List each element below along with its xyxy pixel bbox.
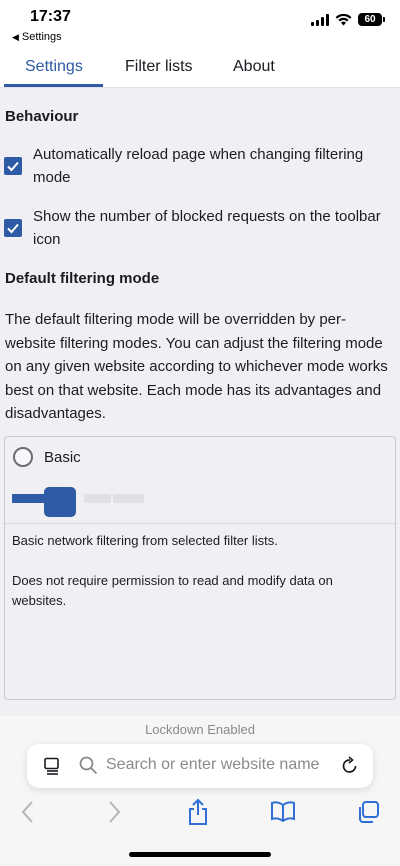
reload-icon[interactable] (341, 756, 359, 776)
status-icons: 60 (311, 13, 385, 26)
wifi-icon (335, 13, 352, 26)
filtering-level-slider[interactable] (12, 487, 144, 517)
lockdown-status: Lockdown Enabled (145, 722, 255, 737)
auto-reload-checkbox[interactable] (4, 157, 22, 175)
slider-thumb[interactable] (44, 487, 76, 517)
basic-mode-summary: Basic network filtering from selected fi… (12, 533, 278, 548)
option-blocked-count[interactable]: Show the number of blocked requests on t… (4, 205, 394, 253)
basic-mode-radio[interactable] (13, 447, 33, 467)
blocked-count-checkbox[interactable] (4, 219, 22, 237)
slider-segment (84, 494, 111, 503)
back-triangle-icon: ◀ (12, 32, 19, 42)
bookmarks-icon[interactable] (270, 800, 296, 822)
settings-tabs: Settings Filter lists About (0, 48, 400, 88)
card-divider (5, 523, 395, 524)
slider-segment (113, 494, 144, 503)
default-filtering-heading: Default filtering mode (5, 270, 160, 287)
back-to-app-link[interactable]: ◀ Settings (12, 31, 62, 43)
settings-content: Behaviour Automatically reload page when… (0, 88, 400, 716)
tab-about[interactable]: About (233, 58, 275, 76)
back-app-label: Settings (21, 31, 62, 43)
tab-settings[interactable]: Settings (25, 58, 83, 76)
basic-mode-label[interactable]: Basic (44, 449, 81, 466)
checkmark-icon (7, 223, 19, 234)
signal-icon (311, 13, 329, 26)
tab-filter-lists[interactable]: Filter lists (125, 58, 193, 76)
forward-arrow-icon[interactable] (106, 800, 122, 824)
status-time: 17:37 (30, 8, 71, 25)
auto-reload-label: Automatically reload page when changing … (33, 146, 364, 186)
search-icon (79, 756, 98, 775)
basic-mode-permission-note: Does not require permission to read and … (12, 573, 333, 608)
battery-level: 60 (364, 14, 376, 25)
filtering-description: The default filtering mode will be overr… (5, 311, 388, 422)
status-bar: 17:37 ◀ Settings 60 (0, 0, 400, 48)
address-bar[interactable]: Search or enter website name (27, 744, 373, 788)
back-arrow-icon[interactable] (20, 800, 36, 824)
blocked-count-label: Show the number of blocked requests on t… (33, 208, 381, 248)
page-menu-icon[interactable] (43, 757, 61, 775)
filtering-mode-card: Basic Basic network filtering from selec… (4, 436, 396, 700)
home-indicator (129, 852, 271, 857)
battery-icon: 60 (358, 13, 385, 26)
behaviour-heading: Behaviour (5, 108, 79, 125)
share-icon[interactable] (187, 798, 209, 826)
option-auto-reload[interactable]: Automatically reload page when changing … (4, 143, 394, 191)
browser-bottom-bar: Lockdown Enabled Search or enter website… (0, 716, 400, 866)
active-tab-indicator (4, 84, 103, 87)
checkmark-icon (7, 161, 19, 172)
browser-toolbar (0, 798, 400, 828)
address-placeholder: Search or enter website name (106, 756, 320, 773)
tabs-icon[interactable] (356, 800, 380, 824)
